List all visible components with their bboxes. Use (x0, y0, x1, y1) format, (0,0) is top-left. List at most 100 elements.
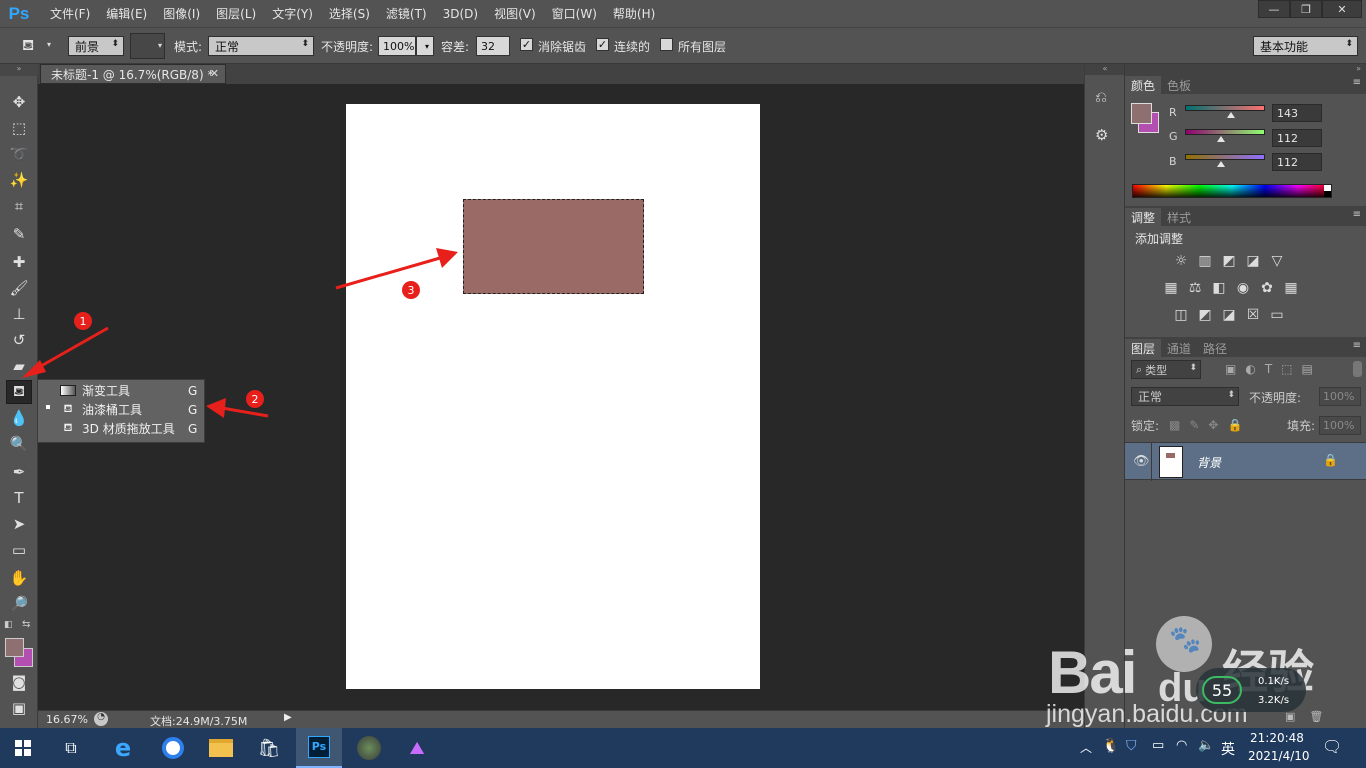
annotation-badge-1: 1 (74, 312, 92, 330)
tab-swatches[interactable]: 色板 (1161, 76, 1197, 94)
properties-panel-icon[interactable]: ⚙ (1095, 126, 1108, 144)
vibrance-icon[interactable]: ▽ (1269, 253, 1285, 269)
filter-toggle[interactable] (1353, 361, 1362, 377)
lock-transparent-icon[interactable]: ▩ (1169, 418, 1180, 432)
tab-channels[interactable]: 通道 (1161, 339, 1197, 357)
layer-opacity-input[interactable]: 100% (1319, 387, 1361, 406)
browser-icon[interactable] (150, 728, 196, 768)
slider-thumb[interactable] (1217, 136, 1225, 142)
clock-date[interactable]: 2021/4/10 (1248, 749, 1310, 763)
lock-position-icon[interactable]: ✥ (1208, 418, 1218, 432)
green-slider[interactable] (1185, 129, 1265, 142)
filter-smart-object-icon[interactable]: ▤ (1302, 362, 1313, 376)
ime-indicator[interactable]: 英 (1221, 739, 1235, 759)
threshold-icon[interactable]: ◪ (1221, 307, 1237, 323)
edge-icon[interactable]: e (100, 728, 146, 768)
flyout-item-3d-material-drop[interactable]: ⛾ 3D 材质拖放工具 G (38, 419, 204, 438)
black-white-icon[interactable]: ◧ (1211, 280, 1227, 296)
green-value-input[interactable]: 112 (1272, 129, 1322, 147)
red-value-input[interactable]: 143 (1272, 104, 1322, 122)
history-panel-icon[interactable]: ⎌ (1095, 88, 1107, 106)
layer-filter-select[interactable]: ⌕ 类型 ⬍ (1131, 360, 1201, 379)
clock-time[interactable]: 21:20:48 (1250, 731, 1304, 745)
curves-icon[interactable]: ◩ (1221, 253, 1237, 269)
tab-paths[interactable]: 路径 (1197, 339, 1233, 357)
3d-material-drop-icon: ⛾ (63, 421, 73, 434)
annotation-arrow-3 (335, 248, 458, 290)
windows-taskbar: ⧉ e 🛍 Ps ⛰ ︿ 🐧 ⛉ ▭ ◠ 🔈 英 21:20:48 2021/4… (0, 728, 1366, 768)
photo-filter-icon[interactable]: ◉ (1235, 280, 1251, 296)
paw-icon: 🐾 (1169, 625, 1202, 655)
tab-layers[interactable]: 图层 (1125, 339, 1162, 357)
blue-slider[interactable] (1185, 154, 1265, 167)
color-spectrum-ramp[interactable] (1132, 184, 1332, 198)
status-info-icon[interactable]: ◔ (94, 712, 108, 726)
red-slider[interactable] (1185, 105, 1265, 118)
video-editor-icon[interactable]: ⛰ (394, 728, 440, 768)
blue-value-input[interactable]: 112 (1272, 153, 1322, 171)
store-icon[interactable]: 🛍 (246, 728, 292, 768)
hue-saturation-icon[interactable]: ▦ (1163, 280, 1179, 296)
flyout-item-shortcut: G (188, 402, 198, 417)
tab-styles[interactable]: 样式 (1161, 208, 1197, 226)
battery-icon[interactable]: ▭ (1152, 738, 1164, 753)
status-bar: 16.67% ◔ 文档:24.9M/3.75M ▶ (38, 710, 1084, 728)
tray-expand-icon[interactable]: ︿ (1080, 739, 1092, 756)
filter-type-icon[interactable]: T (1265, 362, 1272, 376)
baidu-watermark: Bai 🐾 du 经验 jingyan.baidu.com (1040, 610, 1360, 730)
exposure-icon[interactable]: ◪ (1245, 253, 1261, 269)
layer-fill-input[interactable]: 100% (1319, 416, 1361, 435)
color-balance-icon[interactable]: ⚖ (1187, 280, 1203, 296)
network-speed-widget[interactable]: 55 0.1K/s 3.2K/s (1196, 668, 1306, 712)
slider-thumb[interactable] (1227, 112, 1235, 118)
levels-icon[interactable]: ▥ (1197, 253, 1213, 269)
panel-menu-icon[interactable]: ≡ (1353, 340, 1361, 351)
panel-menu-icon[interactable]: ≡ (1353, 209, 1361, 220)
photo-app-icon[interactable] (346, 728, 392, 768)
wifi-icon[interactable]: ◠ (1176, 738, 1187, 753)
tab-adjustments[interactable]: 调整 (1125, 208, 1162, 226)
notification-icon[interactable]: 🗨 (1322, 737, 1342, 756)
lock-buttons: ▩ ✎ ✥ 🔒 (1169, 418, 1242, 432)
lock-label: 锁定: (1131, 419, 1160, 433)
add-adjustment-title: 添加调整 (1135, 232, 1184, 246)
lock-all-icon[interactable]: 🔒 (1227, 418, 1242, 432)
brightness-contrast-icon[interactable]: ☼ (1173, 253, 1189, 269)
filter-pixel-icon[interactable]: ▣ (1225, 362, 1236, 376)
fill-label: 填充: (1287, 419, 1316, 433)
updown-arrow-icon: ⬍ (1227, 390, 1235, 400)
lock-image-icon[interactable]: ✎ (1189, 418, 1199, 432)
layer-row[interactable]: 👁 背景 🔒 (1125, 442, 1366, 481)
filter-adjustment-icon[interactable]: ◐ (1245, 362, 1255, 376)
invert-icon[interactable]: ◫ (1173, 307, 1189, 323)
qq-icon[interactable]: 🐧 (1102, 738, 1119, 754)
selective-color-icon[interactable]: ☒ (1245, 307, 1261, 323)
slider-thumb[interactable] (1217, 161, 1225, 167)
layers-panel-header: 图层 通道 路径 ≡ (1125, 337, 1366, 357)
volume-icon[interactable]: 🔈 (1198, 738, 1214, 753)
gradient-icon (60, 385, 76, 397)
layer-blend-mode-select[interactable]: 正常 ⬍ (1131, 387, 1239, 406)
zoom-level[interactable]: 16.67% (46, 713, 88, 726)
color-panel-foreground-swatch[interactable] (1131, 103, 1152, 124)
gradient-map-icon[interactable]: ▭ (1269, 307, 1285, 323)
photoshop-icon[interactable]: Ps (296, 728, 342, 768)
tab-color[interactable]: 颜色 (1125, 76, 1162, 94)
windows-start-icon[interactable] (0, 728, 46, 768)
eye-icon[interactable]: 👁 (1133, 454, 1150, 469)
flyout-item-gradient[interactable]: 渐变工具 G (38, 381, 204, 400)
annotation-arrow-1 (22, 326, 109, 378)
document-size: 文档:24.9M/3.75M (150, 715, 248, 728)
color-lookup-icon[interactable]: ▦ (1283, 280, 1299, 296)
task-view-icon[interactable]: ⧉ (48, 728, 94, 768)
posterize-icon[interactable]: ◩ (1197, 307, 1213, 323)
expand-icon[interactable]: « (1085, 64, 1125, 75)
layer-name[interactable]: 背景 (1197, 454, 1221, 471)
flyout-item-paint-bucket[interactable]: ⛾ 油漆桶工具 G (38, 400, 204, 419)
panel-menu-icon[interactable]: ≡ (1353, 77, 1361, 88)
channel-mixer-icon[interactable]: ✿ (1259, 280, 1275, 296)
file-explorer-icon[interactable] (198, 728, 244, 768)
status-menu-arrow-icon[interactable]: ▶ (284, 712, 292, 723)
filter-shape-icon[interactable]: ⬚ (1281, 362, 1292, 376)
shield-icon[interactable]: ⛉ (1126, 738, 1137, 754)
